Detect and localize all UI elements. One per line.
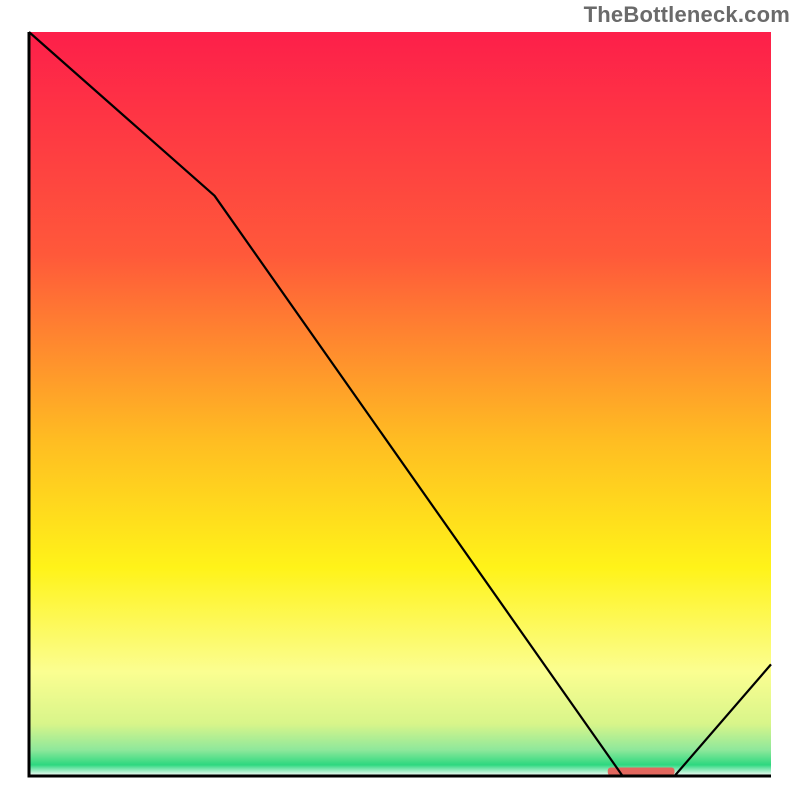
attribution-text: TheBottleneck.com	[584, 2, 790, 28]
chart-container	[25, 30, 775, 780]
gradient-background	[29, 32, 771, 776]
bottleneck-chart	[25, 30, 775, 780]
